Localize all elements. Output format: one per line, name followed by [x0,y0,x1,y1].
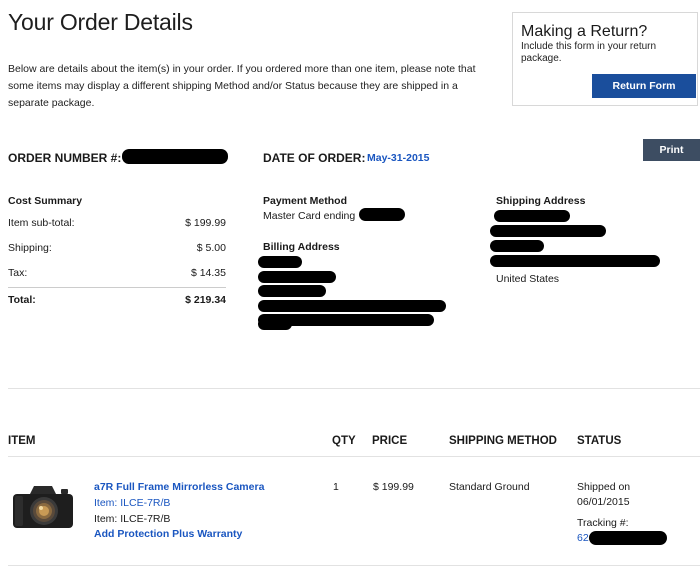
cost-divider [8,287,226,288]
redacted-billing-line [258,318,292,330]
billing-address-heading: Billing Address [263,241,340,253]
cost-row-tax: Tax: $ 14.35 [8,267,226,279]
cost-row-value: $ 199.99 [185,217,226,229]
date-of-order-value: May-31-2015 [367,152,430,164]
cost-row-shipping: Shipping: $ 5.00 [8,242,226,254]
redacted-shipping-line [490,240,544,252]
product-name-link[interactable]: a7R Full Frame Mirrorless Camera [94,481,264,493]
column-header-status: STATUS [577,435,622,447]
redacted-billing-line [258,256,302,268]
cost-summary-heading: Cost Summary [8,195,83,207]
shipping-country: United States [496,273,560,285]
redacted-shipping-line [490,255,660,267]
table-header-divider [8,456,700,457]
column-header-qty: QTY [332,435,356,447]
return-form-button[interactable]: Return Form [592,74,696,98]
shipping-address-heading: Shipping Address [496,195,586,207]
redacted-billing-line [258,285,326,297]
item-sku: Item: ILCE-7R/B [94,513,171,525]
payment-method-heading: Payment Method [263,195,348,207]
cost-row-label: Item sub-total: [8,217,75,229]
total-value: $ 219.34 [185,294,226,306]
tracking-label: Tracking #: [577,517,629,529]
return-box-title: Making a Return? [521,23,648,40]
tracking-number-link[interactable]: 62 [577,532,589,544]
payment-method-value: Master Card ending [263,210,356,222]
return-box-subtitle: Include this form in your return package… [521,41,657,64]
item-shipping-method: Standard Ground [449,481,530,493]
print-button[interactable]: Print [643,139,700,161]
return-box: Making a Return? Include this form in yo… [512,12,698,106]
redacted-order-number [122,149,228,164]
item-sku-link[interactable]: Item: ILCE-7R/B [94,497,170,509]
cost-row-subtotal: Item sub-total: $ 199.99 [8,217,226,229]
redacted-tracking-number [589,531,667,545]
redacted-shipping-line [494,210,570,222]
redacted-shipping-line [490,225,606,237]
column-header-price: PRICE [372,435,408,447]
cost-row-value: $ 5.00 [196,242,226,254]
redacted-card-digits [359,208,405,221]
item-status-line2: 06/01/2015 [577,496,630,508]
camera-icon [13,486,73,528]
column-header-shipping-method: SHIPPING METHOD [449,435,557,447]
item-status-line1: Shipped on [577,481,631,493]
date-of-order-label: DATE OF ORDER: [263,151,366,165]
add-protection-plus-link[interactable]: Add Protection Plus Warranty [94,528,242,540]
intro-text: Below are details about the item(s) in y… [8,63,476,109]
column-header-item: ITEM [8,435,36,447]
cost-row-value: $ 14.35 [190,267,226,279]
item-price: $ 199.99 [373,481,414,493]
redacted-billing-line [258,300,446,312]
cost-row-label: Shipping: [8,242,52,254]
cost-row-label: Tax: [8,267,28,279]
redacted-billing-line [258,271,336,283]
total-label: Total: [8,294,36,306]
page-title: Your Order Details [8,9,193,35]
order-number-label: ORDER NUMBER #: [8,151,122,165]
cost-row-total: Total: $ 219.34 [8,294,226,306]
section-divider [8,388,700,389]
camera-product-image[interactable] [12,484,74,530]
table-bottom-divider [8,565,700,566]
item-qty: 1 [333,481,339,493]
